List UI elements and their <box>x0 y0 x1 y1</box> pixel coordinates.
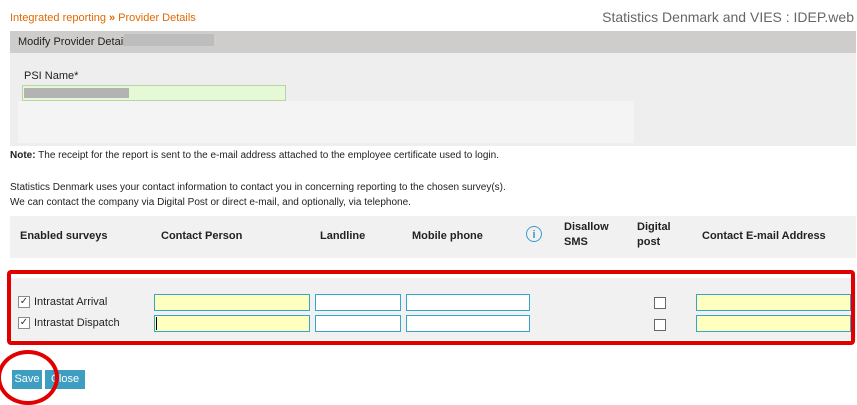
header-mobile-phone: Mobile phone <box>412 230 483 242</box>
contact-info-line-1: Statistics Denmark uses your contact inf… <box>10 182 506 193</box>
redacted-provider-name <box>124 34 214 46</box>
header-contact-email: Contact E-mail Address <box>702 230 826 242</box>
highlight-rectangle <box>7 270 855 345</box>
header-contact-person: Contact Person <box>161 230 243 242</box>
header-digital-post: Digital post <box>637 221 671 248</box>
app-title: Statistics Denmark and VIES : IDEP.web <box>602 9 854 25</box>
breadcrumb: Integrated reporting» Provider Details <box>10 12 196 24</box>
contact-info-line-2: We can contact the company via Digital P… <box>10 197 411 208</box>
redacted-psi-name <box>24 88 129 98</box>
header-landline: Landline <box>320 230 366 242</box>
receipt-note: Note: The receipt for the report is sent… <box>10 150 499 161</box>
panel-title: Modify Provider Details <box>18 36 132 48</box>
breadcrumb-separator: » <box>109 12 116 24</box>
psi-details-box <box>18 101 634 143</box>
header-disallow-sms: Disallow SMS <box>564 221 609 248</box>
info-icon[interactable]: i <box>526 226 542 242</box>
breadcrumb-link-integrated-reporting[interactable]: Integrated reporting <box>10 12 106 24</box>
header-enabled-surveys: Enabled surveys <box>20 230 108 242</box>
highlight-circle <box>0 350 59 405</box>
psi-name-label: PSI Name* <box>24 70 79 82</box>
breadcrumb-current[interactable]: Provider Details <box>118 12 196 24</box>
